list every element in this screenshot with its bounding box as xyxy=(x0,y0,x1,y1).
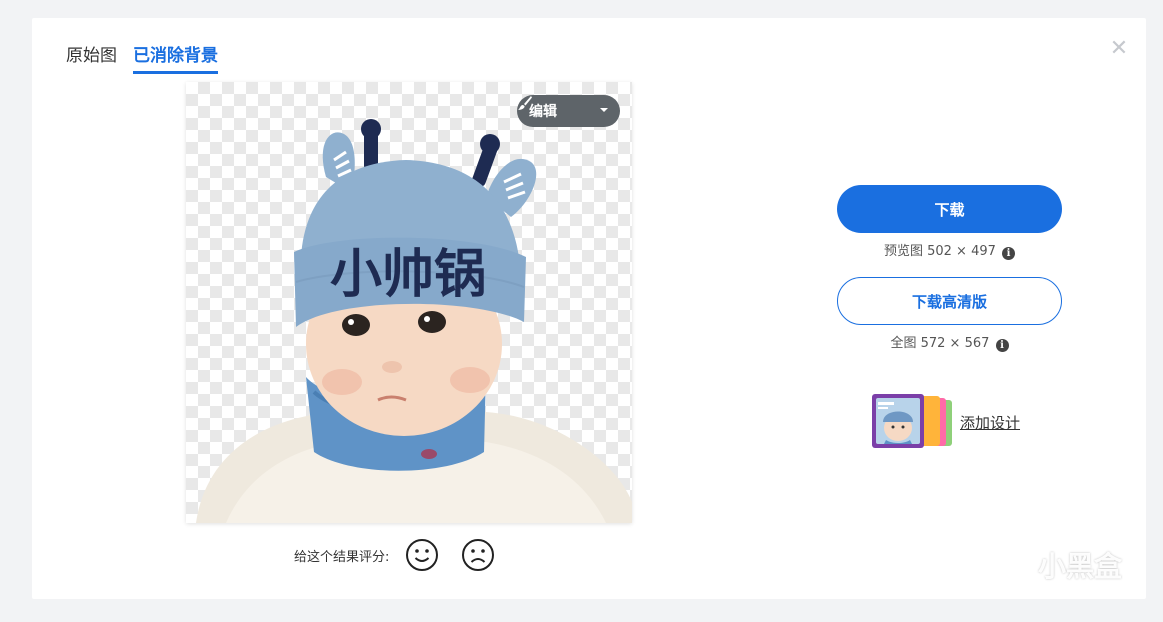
tab-background-removed[interactable]: 已消除背景 xyxy=(133,44,218,74)
chevron-down-icon[interactable] xyxy=(600,108,608,112)
preview-size-text: 预览图 502 × 497 xyxy=(883,244,996,259)
rating-bar: 给这个结果评分: xyxy=(294,538,517,572)
info-icon[interactable]: i xyxy=(995,339,1009,352)
result-preview: 小帅锅 编辑 xyxy=(186,82,632,523)
smile-icon[interactable] xyxy=(405,538,439,572)
frown-icon[interactable] xyxy=(461,538,495,572)
image-tabs: 原始图 已消除背景 xyxy=(66,44,218,74)
cutout-image: 小帅锅 xyxy=(196,119,632,523)
add-design[interactable]: 添加设计 xyxy=(872,394,1020,450)
watermark-text: 小黑盒 xyxy=(1037,550,1122,583)
close-icon[interactable]: ✕ xyxy=(1108,38,1130,60)
add-design-link[interactable]: 添加设计 xyxy=(960,412,1020,433)
preview-size-label: 预览图 502 × 497 i xyxy=(837,240,1062,260)
download-hd-button[interactable]: 下载高清版 xyxy=(837,277,1062,325)
brush-icon xyxy=(518,96,532,110)
full-size-text: 全图 572 × 567 xyxy=(890,336,990,351)
rating-label: 给这个结果评分: xyxy=(294,549,390,565)
tab-original[interactable]: 原始图 xyxy=(66,44,117,74)
design-thumbnails-icon xyxy=(872,394,952,448)
result-dialog: 原始图 已消除背景 ✕ 小帅锅 编辑 给这个结果评分: 下载 预览图 502 ×… xyxy=(32,18,1146,599)
download-button[interactable]: 下载 xyxy=(837,185,1062,233)
watermark-logo-icon xyxy=(1002,549,1032,581)
full-size-label: 全图 572 × 567 i xyxy=(837,332,1062,352)
info-icon[interactable]: i xyxy=(1002,247,1016,260)
edit-button-label: 编辑 xyxy=(529,104,557,120)
hat-text: 小帅锅 xyxy=(330,245,486,305)
edit-button[interactable]: 编辑 xyxy=(517,95,620,127)
watermark: 小黑盒 xyxy=(1000,545,1122,585)
